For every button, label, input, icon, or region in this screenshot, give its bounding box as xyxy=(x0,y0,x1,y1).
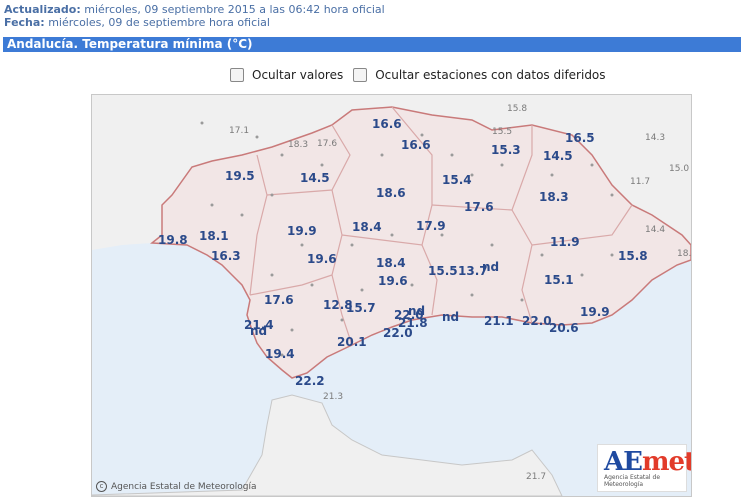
logo-wordmark: AEmet xyxy=(604,447,692,477)
station-value[interactable]: 18.4 xyxy=(376,257,406,269)
panel-title: Andalucía. Temperatura mínima (°C) xyxy=(3,37,741,52)
station-value-deferred[interactable]: 14.4 xyxy=(645,224,665,236)
hide-values-label: Ocultar valores xyxy=(252,68,344,82)
station-value[interactable]: 15.5 xyxy=(428,265,458,277)
station-value[interactable]: 14.5 xyxy=(300,172,330,184)
station-value[interactable]: 14.5 xyxy=(543,150,573,162)
station-value[interactable]: 19.5 xyxy=(225,170,255,182)
station-value[interactable]: 20.1 xyxy=(337,336,367,348)
hide-deferred-checkbox[interactable] xyxy=(353,68,368,82)
updated-line: Actualizado: miércoles, 09 septiembre 20… xyxy=(4,3,385,16)
station-value-deferred[interactable]: 15.8 xyxy=(507,103,527,115)
station-value-deferred[interactable]: 21.7 xyxy=(526,471,546,483)
logo-subtitle: Agencia Estatal de Meteorología xyxy=(604,474,661,488)
station-value[interactable]: 22.2 xyxy=(295,375,325,387)
station-value[interactable]: 15.3 xyxy=(491,144,521,156)
station-value[interactable]: 15.1 xyxy=(544,274,574,286)
map-credit: c Agencia Estatal de Meteorología xyxy=(96,481,257,492)
station-value-deferred[interactable]: 21.3 xyxy=(323,391,343,403)
station-value[interactable]: 18.4 xyxy=(352,221,382,233)
map-panel[interactable]: 16.6 16.6 15.3 16.5 14.5 19.5 14.5 18.6 15.4 18.3… xyxy=(91,94,692,497)
copyright-icon: c xyxy=(96,481,107,492)
station-value[interactable]: 19.4 xyxy=(265,348,295,360)
station-value[interactable]: 19.6 xyxy=(378,275,408,287)
station-value-deferred[interactable]: 15.5 xyxy=(492,126,512,138)
station-value[interactable]: 15.4 xyxy=(442,174,472,186)
station-value[interactable]: 16.5 xyxy=(565,132,595,144)
station-value[interactable]: 18.1 xyxy=(199,230,229,242)
station-value-deferred[interactable]: 17.1 xyxy=(229,125,249,137)
updated-label: Actualizado: xyxy=(4,3,81,16)
station-value[interactable]: 17.6 xyxy=(264,294,294,306)
station-value-deferred[interactable]: 14.3 xyxy=(645,132,665,144)
map-base xyxy=(92,95,691,496)
station-value[interactable]: 19.9 xyxy=(580,306,610,318)
date-label: Fecha: xyxy=(4,16,45,29)
hide-deferred-label: Ocultar estaciones con datos diferidos xyxy=(375,68,606,82)
aemet-logo: AEmet Agencia Estatal de Meteorología xyxy=(597,444,691,492)
station-value[interactable]: 18.6 xyxy=(376,187,406,199)
date-value: miércoles, 09 de septiembre hora oficial xyxy=(48,16,270,29)
credit-text: Agencia Estatal de Meteorología xyxy=(111,481,257,492)
date-line: Fecha: miércoles, 09 de septiembre hora … xyxy=(4,16,270,29)
station-value[interactable]: 21.1 xyxy=(484,315,514,327)
station-value-deferred[interactable]: 18.5 xyxy=(677,248,691,260)
station-value-deferred[interactable]: 15.0 xyxy=(669,163,689,175)
station-value[interactable]: 19.6 xyxy=(307,253,337,265)
station-value[interactable]: 22.0 xyxy=(383,327,413,339)
hide-values-option[interactable]: Ocultar valores xyxy=(230,68,343,82)
station-value[interactable]: 15.7 xyxy=(346,302,376,314)
station-value[interactable]: 16.3 xyxy=(211,250,241,262)
station-value[interactable]: 19.9 xyxy=(287,225,317,237)
station-value[interactable]: nd xyxy=(250,325,267,337)
station-value[interactable]: 16.6 xyxy=(401,139,431,151)
station-value-deferred[interactable]: 17.6 xyxy=(317,138,337,150)
station-value[interactable]: 22.0 xyxy=(522,315,552,327)
station-value[interactable]: nd xyxy=(482,261,499,273)
station-value[interactable]: nd xyxy=(442,311,459,323)
station-value[interactable]: 18.3 xyxy=(539,191,569,203)
station-value[interactable]: 16.6 xyxy=(372,118,402,130)
station-value[interactable]: 17.6 xyxy=(464,201,494,213)
station-value-deferred[interactable]: 18.3 xyxy=(288,139,308,151)
station-value[interactable]: 17.9 xyxy=(416,220,446,232)
station-value[interactable]: 15.8 xyxy=(618,250,648,262)
station-value-deferred[interactable]: 11.7 xyxy=(630,176,650,188)
hide-values-checkbox[interactable] xyxy=(230,68,244,82)
options-bar: Ocultar valores Ocultar estaciones con d… xyxy=(230,68,616,82)
updated-value: miércoles, 09 septiembre 2015 a las 06:4… xyxy=(84,3,385,16)
station-value[interactable]: 11.9 xyxy=(550,236,580,248)
station-value[interactable]: 20.6 xyxy=(549,322,579,334)
hide-deferred-option[interactable]: Ocultar estaciones con datos diferidos xyxy=(353,68,606,82)
station-value[interactable]: 19.8 xyxy=(158,234,188,246)
